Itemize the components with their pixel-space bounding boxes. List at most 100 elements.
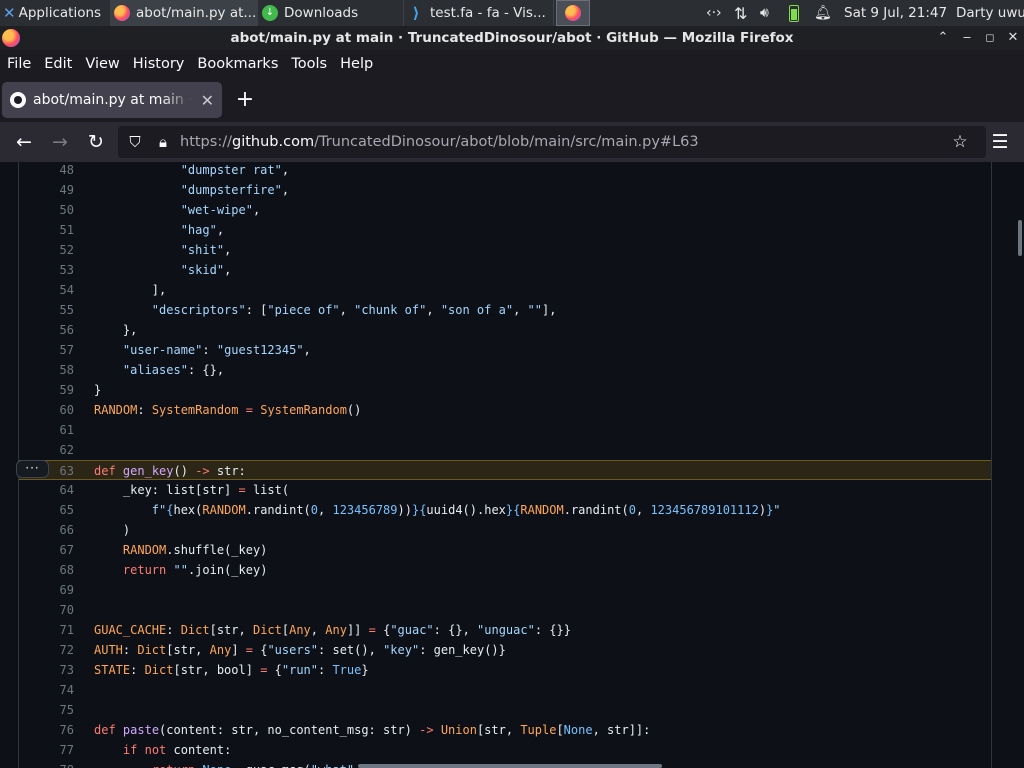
code-line[interactable]: 60 RANDOM: SystemRandom = SystemRandom() — [19, 400, 991, 420]
code-line[interactable]: 65 f"{hex(RANDOM.randint(0, 123456789))}… — [19, 500, 991, 520]
window-titlebar[interactable]: abot/main.py at main · TruncatedDinosour… — [0, 26, 1024, 50]
line-number[interactable]: 49 — [19, 180, 74, 200]
url-text[interactable]: https://github.com/TruncatedDinosour/abo… — [180, 126, 699, 158]
url-bar[interactable]: ⛉ 🔒︎ https://github.com/TruncatedDinosou… — [118, 126, 986, 158]
line-number[interactable]: 57 — [19, 340, 74, 360]
taskbar-task-downloads[interactable]: ↓ Downloads — [258, 0, 404, 26]
line-number[interactable]: 59 — [19, 380, 74, 400]
reload-button[interactable]: ↻ — [84, 130, 108, 154]
code-line[interactable]: 59} — [19, 380, 991, 400]
line-number[interactable]: 66 — [19, 520, 74, 540]
window-maximize-icon[interactable]: ◻ — [981, 29, 999, 47]
user-name[interactable]: Darty uwu — [956, 0, 1024, 26]
menu-edit[interactable]: Edit — [44, 56, 72, 72]
line-number[interactable]: 69 — [19, 580, 74, 600]
network-icon[interactable]: ‹·› — [706, 0, 722, 26]
menu-bookmarks[interactable]: Bookmarks — [197, 56, 278, 72]
code-line[interactable]: 51 "hag", — [19, 220, 991, 240]
line-number[interactable]: 76 — [19, 720, 74, 740]
line-number[interactable]: 54 — [19, 280, 74, 300]
code-line[interactable]: 76 def paste(content: str, no_content_msg… — [19, 720, 991, 740]
code-line[interactable]: 72 AUTH: Dict[str, Any] = {"users": set()… — [19, 640, 991, 660]
code-line[interactable]: 56 }, — [19, 320, 991, 340]
line-number[interactable]: 56 — [19, 320, 74, 340]
menu-help[interactable]: Help — [340, 56, 373, 72]
line-number[interactable]: 65 — [19, 500, 74, 520]
menu-file[interactable]: File — [7, 56, 31, 72]
taskbar-task-firefox-2[interactable] — [556, 0, 590, 26]
code-text: def paste(content: str, no_content_msg: … — [94, 723, 651, 737]
code-line[interactable]: 58 "aliases": {}, — [19, 360, 991, 380]
code-line[interactable]: 64 _key: list[str] = list( — [19, 480, 991, 500]
code-line[interactable]: 57 "user-name": "guest12345", — [19, 340, 991, 360]
code-line[interactable]: 67 RANDOM.shuffle(_key) — [19, 540, 991, 560]
battery-icon[interactable] — [789, 0, 799, 26]
code-line[interactable]: 66 ) — [19, 520, 991, 540]
volume-icon[interactable]: 🔊︎ — [760, 0, 769, 26]
taskbar-task-firefox[interactable]: abot/main.py at... — [110, 0, 258, 26]
line-number[interactable]: 51 — [19, 220, 74, 240]
bookmark-star-icon[interactable]: ☆ — [950, 132, 970, 152]
lock-icon[interactable]: 🔒︎ — [153, 132, 173, 152]
menu-view[interactable]: View — [85, 56, 119, 72]
code-line[interactable]: 74 — [19, 680, 991, 700]
code-line[interactable]: 77 if not content: — [19, 740, 991, 760]
line-number[interactable]: 55 — [19, 300, 74, 320]
code-line[interactable]: 52 "shit", — [19, 240, 991, 260]
line-number[interactable]: 48 — [19, 162, 74, 180]
hamburger-menu-icon[interactable]: ☰ — [988, 130, 1012, 154]
line-number[interactable]: 71 — [19, 620, 74, 640]
clock[interactable]: Sat 9 Jul, 21:47 — [844, 0, 947, 26]
line-number[interactable]: 74 — [19, 680, 74, 700]
tab-close-icon[interactable]: ✕ — [201, 91, 214, 110]
code-line[interactable]: 62 — [19, 440, 991, 460]
forward-button[interactable]: → — [48, 130, 72, 154]
taskbar-task-vscode[interactable]: ⟩ test.fa - fa - Vis... — [404, 0, 554, 26]
code-line[interactable]: 49 "dumpsterfire", — [19, 180, 991, 200]
line-number[interactable]: 61 — [19, 420, 74, 440]
menu-history[interactable]: History — [133, 56, 185, 72]
code-line[interactable]: 68 return "".join(_key) — [19, 560, 991, 580]
line-number[interactable]: 72 — [19, 640, 74, 660]
menu-tools[interactable]: Tools — [291, 56, 327, 72]
line-number[interactable]: 60 — [19, 400, 74, 420]
code-line[interactable]: 75 — [19, 700, 991, 720]
horizontal-scrollbar-thumb[interactable] — [358, 764, 662, 768]
line-number[interactable]: 75 — [19, 700, 74, 720]
code-line[interactable]: 55 "descriptors": ["piece of", "chunk of… — [19, 300, 991, 320]
tab-active[interactable]: abot/main.py at main · TruncatedDinosour… — [2, 82, 222, 118]
code-line[interactable]: 48 "dumpster rat", — [19, 162, 991, 180]
line-number[interactable]: 68 — [19, 560, 74, 580]
transfer-arrows-icon[interactable]: ⇅ — [734, 0, 747, 26]
line-number[interactable]: 52 — [19, 240, 74, 260]
window-minimize-icon[interactable]: ‒ — [958, 29, 976, 47]
line-number[interactable]: 77 — [19, 740, 74, 760]
code-line[interactable]: 69 — [19, 580, 991, 600]
notification-bell-icon[interactable]: 🔔︎ — [814, 0, 832, 26]
window-shade-icon[interactable]: ⌃ — [934, 29, 952, 47]
line-actions-button[interactable]: ··· — [16, 460, 49, 478]
code-line[interactable]: 73 STATE: Dict[str, bool] = {"run": True} — [19, 660, 991, 680]
line-number[interactable]: 53 — [19, 260, 74, 280]
code-line[interactable]: 71 GUAC_CACHE: Dict[str, Dict[Any, Any]] … — [19, 620, 991, 640]
line-number[interactable]: 58 — [19, 360, 74, 380]
line-number[interactable]: 67 — [19, 540, 74, 560]
line-number[interactable]: 73 — [19, 660, 74, 680]
line-number[interactable]: 64 — [19, 480, 74, 500]
window-close-icon[interactable]: ✕ — [1004, 29, 1022, 47]
code-line[interactable]: 54 ], — [19, 280, 991, 300]
back-button[interactable]: ← — [12, 130, 36, 154]
code-line[interactable]: 70 — [19, 600, 991, 620]
line-number[interactable]: 78 — [19, 760, 74, 768]
line-number[interactable]: 62 — [19, 440, 74, 460]
code-line[interactable]: 61 — [19, 420, 991, 440]
vertical-scrollbar-thumb[interactable] — [1018, 220, 1022, 256]
new-tab-button[interactable]: + — [234, 86, 256, 114]
line-number[interactable]: 50 — [19, 200, 74, 220]
code-line[interactable]: 63 def gen_key() -> str: — [19, 460, 991, 480]
code-line[interactable]: 50 "wet-wipe", — [19, 200, 991, 220]
code-line[interactable]: 53 "skid", — [19, 260, 991, 280]
tracking-protection-shield-icon[interactable]: ⛉ — [125, 132, 145, 152]
line-number[interactable]: 70 — [19, 600, 74, 620]
applications-menu[interactable]: ✕ Applications — [0, 0, 110, 26]
